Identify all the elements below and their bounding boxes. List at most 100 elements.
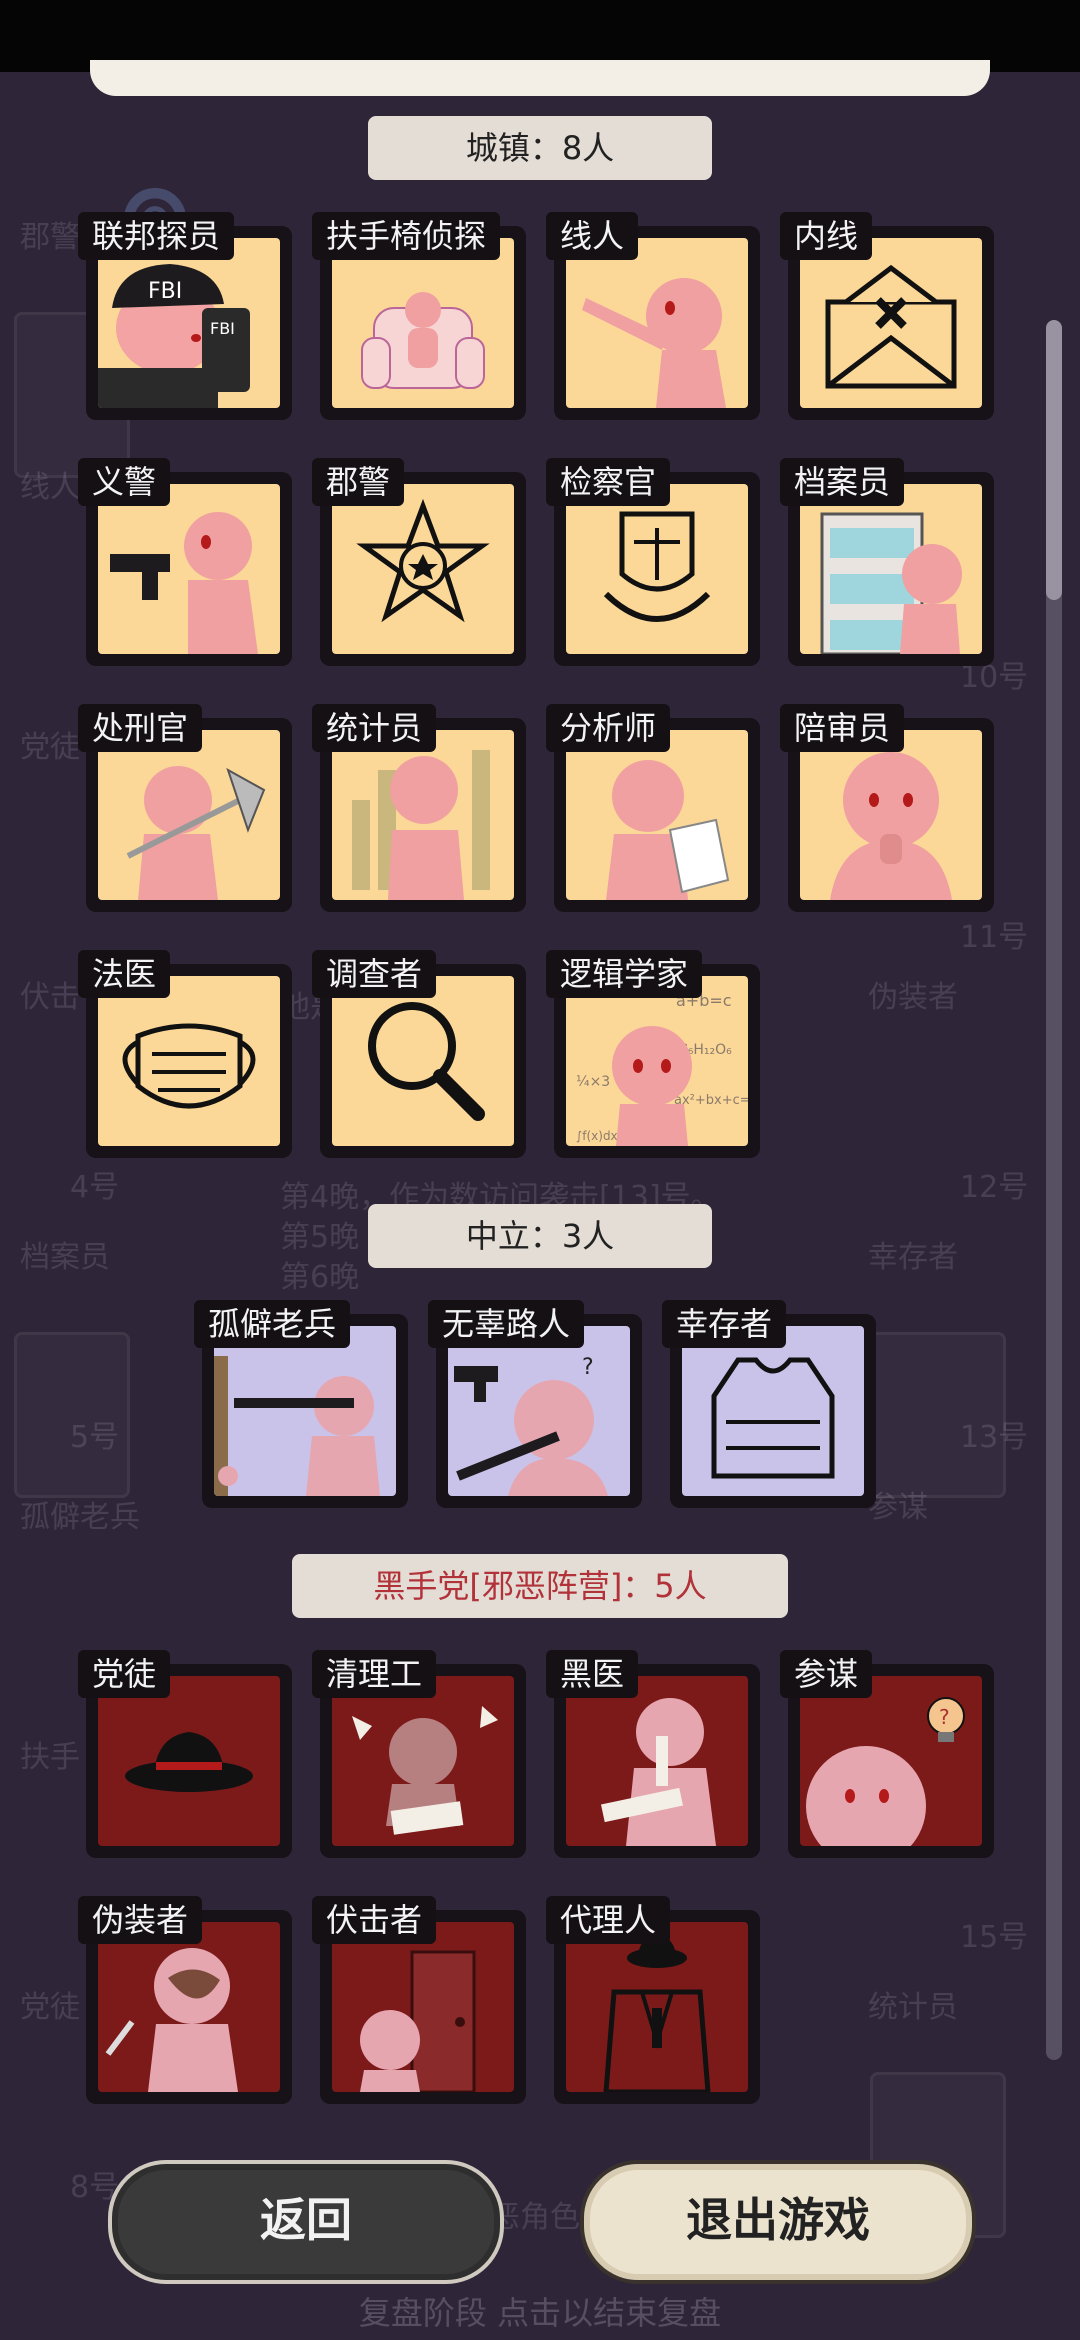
archivist-bookshelf-icon [820, 512, 962, 654]
role-card-analyst[interactable]: 分析师 [546, 704, 760, 912]
role-card-informant[interactable]: 线人 [546, 212, 760, 420]
bg-label: 档案员 [20, 1240, 110, 1275]
role-card-insider[interactable]: 内线 [780, 212, 994, 420]
bg-log-line: 第6晚 [280, 1260, 360, 1295]
bg-log-line: 第5晚 [280, 1220, 360, 1255]
role-card-innocent-bystander[interactable]: ? 无辜路人 [428, 1300, 642, 1508]
back-button[interactable]: 返回 [108, 2160, 504, 2284]
role-name: 调查者 [312, 950, 437, 998]
role-name: 内线 [780, 212, 873, 260]
role-name: 参谋 [780, 1650, 873, 1698]
role-card-executioner[interactable]: 处刑官 [78, 704, 292, 912]
role-card-armchair-detective[interactable]: 扶手椅侦探 [312, 212, 526, 420]
role-card-fbi-agent[interactable]: FBI FBI 联邦探员 [78, 212, 292, 420]
bg-number: 11号 [960, 920, 1029, 955]
role-name: 伏击者 [312, 1896, 437, 1944]
sheriff-star-badge-icon [356, 498, 490, 623]
role-name: 联邦探员 [78, 212, 235, 260]
role-name: 幸存者 [662, 1300, 787, 1348]
role-name: 法医 [78, 950, 171, 998]
fbi-badge-text: FBI [210, 319, 235, 338]
fbi-agent-icon: FBI FBI [98, 264, 250, 408]
role-card-vigilante[interactable]: 义警 [78, 458, 292, 666]
logician-formula-icon: a+b=c C₆H₁₂O₆ ax²+bx+c=0 ∫f(x)dx = F(b)-… [576, 991, 748, 1146]
role-name: 线人 [546, 212, 639, 260]
scrollbar-thumb[interactable] [1046, 320, 1062, 600]
survivor-vest-icon [711, 1357, 835, 1479]
role-card-statistician[interactable]: 统计员 [312, 704, 526, 912]
strategist-lightbulb-icon: ? [806, 1697, 965, 1846]
juror-praying-icon [830, 752, 952, 900]
role-name: 扶手椅侦探 [312, 212, 501, 260]
bg-label: 郡警 [20, 220, 80, 255]
bg-thumbnail [870, 1332, 1006, 1498]
fedora-hat-icon [125, 1732, 253, 1792]
exit-game-button[interactable]: 退出游戏 [580, 2160, 976, 2284]
envelope-x-icon [825, 264, 957, 389]
role-name: 郡警 [312, 458, 405, 506]
bg-label: 伏击 [20, 980, 80, 1015]
top-card-edge [90, 60, 990, 96]
role-name: 孤僻老兵 [194, 1300, 351, 1348]
role-card-prosecutor[interactable]: 检察官 [546, 458, 760, 666]
cleaner-icon [352, 1706, 498, 1835]
role-card-survivor[interactable]: 幸存者 [662, 1300, 876, 1508]
role-name: 处刑官 [78, 704, 203, 752]
role-name: 逻辑学家 [546, 950, 703, 998]
role-card-investigator[interactable]: 调查者 [312, 950, 526, 1158]
role-card-strategist[interactable]: ? 参谋 [780, 1650, 994, 1858]
role-name: 统计员 [312, 704, 437, 752]
bg-label: 统计员 [868, 1990, 958, 2025]
bg-label: 党徒 [20, 730, 80, 765]
analyst-paper-icon [606, 760, 730, 900]
role-card-ambusher[interactable]: 伏击者 [312, 1896, 526, 2104]
role-card-coroner[interactable]: 法医 [78, 950, 292, 1158]
bg-thumbnail [14, 1332, 130, 1498]
role-name: 陪审员 [780, 704, 905, 752]
bg-label: 党徒 [20, 1990, 80, 2025]
disguiser-mask-icon [105, 1948, 238, 2092]
bg-label: 伪装者 [868, 980, 958, 1015]
formula-text: ¼×3 [576, 1074, 610, 1090]
black-doctor-icon [601, 1698, 716, 1846]
question-mark-text: ? [582, 1355, 594, 1380]
role-name: 档案员 [780, 458, 905, 506]
investigator-magnifier-icon [368, 1002, 485, 1121]
role-card-mafioso[interactable]: 党徒 [78, 1650, 292, 1858]
executioner-axe-icon [126, 766, 266, 900]
role-name: 黑医 [546, 1650, 639, 1698]
role-name: 清理工 [312, 1650, 437, 1698]
ambusher-door-icon [360, 1950, 476, 2092]
informant-pointing-icon [582, 278, 726, 408]
role-card-sheriff[interactable]: 郡警 [312, 458, 526, 666]
mafia-count-label: 黑手党[邪恶阵营]：5人 [292, 1554, 788, 1618]
role-card-reclusive-veteran[interactable]: 孤僻老兵 [194, 1300, 408, 1508]
role-name: 义警 [78, 458, 171, 506]
bg-label: 幸存者 [868, 1240, 958, 1275]
proxy-suit-icon [603, 1936, 711, 2092]
question-mark-text: ? [939, 1705, 950, 1729]
bg-number: 4号 [70, 1170, 120, 1205]
prosecutor-scales-icon [603, 511, 711, 622]
role-card-juror[interactable]: 陪审员 [780, 704, 994, 912]
role-name: 代理人 [546, 1896, 671, 1944]
role-card-logician[interactable]: a+b=c C₆H₁₂O₆ ax²+bx+c=0 ∫f(x)dx = F(b)-… [546, 950, 760, 1158]
bg-label: 孤僻老兵 [20, 1500, 140, 1535]
role-card-black-doctor[interactable]: 黑医 [546, 1650, 760, 1858]
vigilante-gun-icon [110, 512, 258, 654]
armchair-detective-icon [361, 292, 485, 389]
role-card-disguiser[interactable]: 伪装者 [78, 1896, 292, 2104]
coroner-mask-icon [122, 1023, 256, 1109]
role-name: 无辜路人 [428, 1300, 585, 1348]
role-card-proxy[interactable]: 代理人 [546, 1896, 760, 2104]
bg-number: 12号 [960, 1170, 1029, 1205]
role-card-archivist[interactable]: 档案员 [780, 458, 994, 666]
fbi-cap-text: FBI [148, 279, 182, 304]
role-name: 党徒 [78, 1650, 171, 1698]
innocent-bystander-icon: ? [454, 1355, 608, 1496]
reclusive-veteran-icon [214, 1356, 380, 1496]
neutral-count-label: 中立：3人 [368, 1204, 712, 1268]
role-card-cleaner[interactable]: 清理工 [312, 1650, 526, 1858]
town-count-label: 城镇：8人 [368, 116, 712, 180]
role-name: 分析师 [546, 704, 671, 752]
